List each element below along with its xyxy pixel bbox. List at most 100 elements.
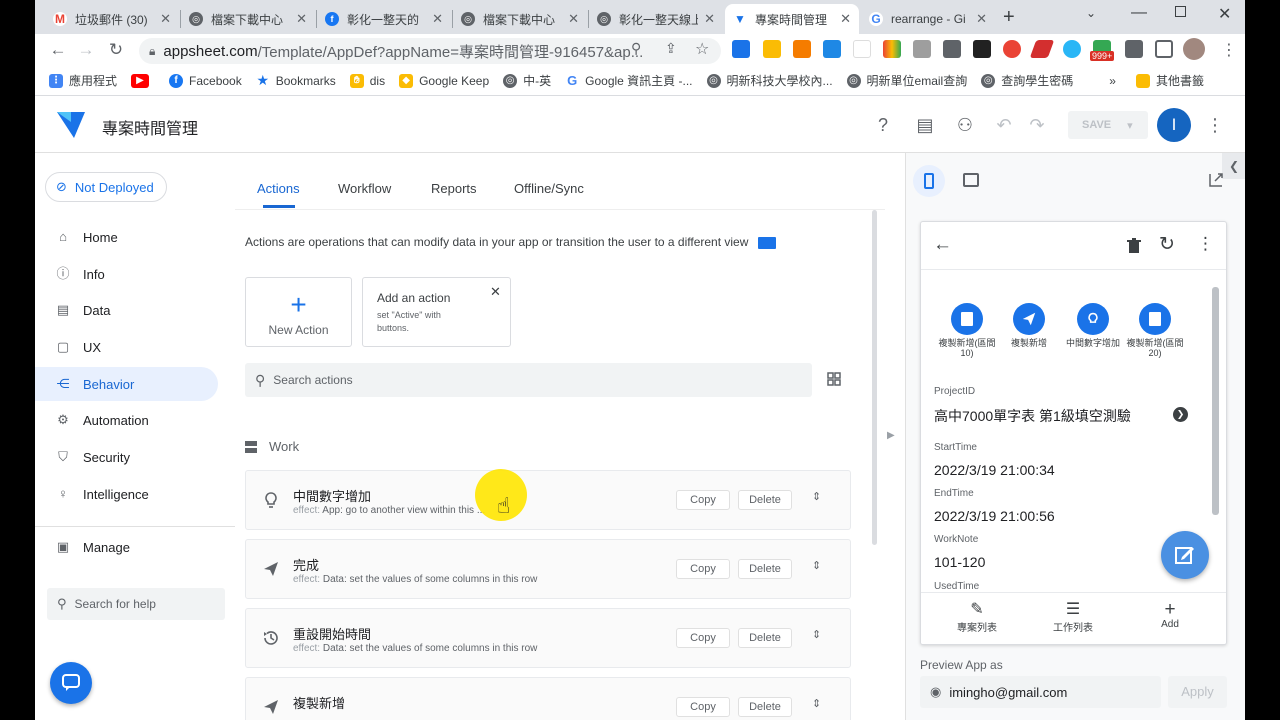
color-extension-icon[interactable] [883, 40, 901, 58]
copy-button[interactable]: Copy [676, 559, 730, 579]
delete-button[interactable]: Delete [738, 697, 792, 717]
more-vert-icon[interactable]: ⋮ [1203, 113, 1227, 137]
bookmark-zh-en[interactable]: ◎ 中-英 [503, 72, 551, 89]
restore-icon[interactable] [1175, 6, 1186, 17]
translate-extension-icon[interactable] [732, 40, 750, 58]
bookmark-student-password[interactable]: ◎ 查詢學生密碼 [981, 72, 1073, 89]
tab-search-icon[interactable]: ⌄ [1086, 6, 1096, 20]
tab-download-center[interactable]: ◎ 檔案下載中心 ✕ [181, 4, 315, 34]
new-action-button[interactable]: + New Action [245, 277, 352, 347]
extension-icon[interactable] [853, 40, 871, 58]
tab-workflow[interactable]: Workflow [338, 181, 391, 196]
sidebar-item-info[interactable]: ⓘ Info [35, 257, 218, 291]
trash-icon[interactable] [1127, 238, 1141, 254]
tab-offline-sync[interactable]: Offline/Sync [514, 181, 584, 196]
sidebar-item-intelligence[interactable]: ♀ Intelligence [35, 477, 218, 511]
share-user-icon[interactable]: ⚇ [953, 113, 977, 137]
copy-button[interactable]: Copy [676, 697, 730, 717]
star-icon[interactable]: ☆ [695, 39, 709, 59]
preview-action-button[interactable]: 複製新增(區間20) [1125, 303, 1185, 358]
action-row[interactable]: 複製新增 Copy Delete ⇕ [245, 677, 851, 720]
tab-facebook[interactable]: f 彰化一整天的 ✕ [317, 4, 451, 34]
tablet-icon[interactable] [963, 173, 979, 187]
sidebar-item-security[interactable]: ⛉ Security [35, 440, 218, 474]
open-external-icon[interactable] [1209, 173, 1223, 187]
bookmark-keep[interactable]: ◆ Google Keep [399, 73, 489, 88]
nav-add[interactable]: + Add [1130, 600, 1210, 630]
bookmark-bookmarks[interactable]: ★ Bookmarks [256, 72, 335, 88]
redo-icon[interactable]: ↷ [1025, 113, 1049, 137]
screenshot-extension-icon[interactable] [973, 40, 991, 58]
sidebar-item-automation[interactable]: ⚙ Automation [35, 403, 218, 437]
delete-button[interactable]: Delete [738, 628, 792, 648]
deploy-status-chip[interactable]: ⊘ Not Deployed [45, 172, 167, 202]
sidepanel-icon[interactable] [1155, 40, 1173, 58]
bookmark-youtube[interactable]: ▶ [131, 73, 155, 88]
phone-mode-button[interactable] [913, 165, 945, 197]
expand-icon[interactable]: ⇕ [812, 490, 821, 503]
copy-button[interactable]: Copy [676, 490, 730, 510]
action-row[interactable]: 中間數字增加 effect: App: go to another view w… [245, 470, 851, 530]
window-close-icon[interactable]: ✕ [1218, 4, 1231, 24]
reload-icon[interactable]: ↻ [101, 40, 131, 60]
expand-icon[interactable]: ⇕ [812, 628, 821, 641]
bookmark-apps[interactable]: ⋮ 應用程式 [49, 72, 117, 89]
extension-icon[interactable] [823, 40, 841, 58]
chart-extension-icon[interactable] [793, 40, 811, 58]
copy-button[interactable]: Copy [676, 628, 730, 648]
tab-actions[interactable]: Actions [257, 181, 300, 196]
chevron-right-icon[interactable]: ▶ [887, 430, 895, 441]
action-row[interactable]: 完成 effect: Data: set the values of some … [245, 539, 851, 599]
zoom-icon[interactable]: ⚲ [631, 40, 641, 57]
docs-icon[interactable]: ▤ [913, 113, 937, 137]
scrollbar[interactable] [872, 210, 877, 545]
chevron-right-icon[interactable]: ❯ [1173, 407, 1188, 422]
extension-icon[interactable] [913, 40, 931, 58]
search-actions-input[interactable]: ⚲ Search actions [245, 363, 812, 397]
preview-scrollbar[interactable] [1212, 287, 1219, 515]
share-icon[interactable]: ⇪ [665, 40, 677, 57]
user-avatar[interactable]: I [1157, 108, 1191, 142]
help-search-input[interactable]: ⚲ Search for help [47, 588, 225, 620]
book-icon[interactable] [757, 236, 776, 249]
delete-button[interactable]: Delete [738, 490, 792, 510]
bookmark-mingxin[interactable]: ◎ 明新科技大學校內... [706, 72, 833, 89]
refresh-icon[interactable]: ↻ [1159, 233, 1175, 256]
preview-email-input[interactable]: ◉ imingho@gmail.com [920, 676, 1161, 708]
expand-icon[interactable]: ⇕ [812, 697, 821, 710]
close-icon[interactable]: ✕ [704, 11, 715, 27]
bookmarks-more[interactable]: » [1109, 74, 1116, 88]
puzzle-icon[interactable] [1125, 40, 1143, 58]
telegram-extension-icon[interactable] [1063, 40, 1081, 58]
preview-action-button[interactable]: 中間數字增加 [1063, 303, 1123, 348]
sidebar-item-manage[interactable]: ▣ Manage [35, 530, 218, 564]
bookmark-email-lookup[interactable]: ◎ 明新單位email查詢 [846, 72, 967, 89]
nav-project-list[interactable]: ✎ 專案列表 [937, 601, 1017, 634]
tab-changhua[interactable]: ◎ 彰化一整天線上 ✕ [589, 4, 723, 34]
help-icon[interactable]: ? [871, 113, 895, 137]
sidebar-item-data[interactable]: ▤ Data [35, 293, 218, 327]
preview-action-button[interactable]: 複製新增 [999, 303, 1059, 348]
extension-icon[interactable] [943, 40, 961, 58]
preview-action-button[interactable]: 複製新增(區間10) [937, 303, 997, 358]
extension-icon[interactable] [1003, 40, 1021, 58]
close-icon[interactable]: ✕ [160, 11, 171, 27]
bookmark-facebook[interactable]: f Facebook [169, 73, 242, 88]
grid-view-icon[interactable] [827, 372, 841, 386]
edit-fab-button[interactable] [1161, 531, 1209, 579]
close-icon[interactable]: ✕ [432, 11, 443, 27]
back-icon[interactable]: ← [43, 40, 73, 60]
preview-field-projectid[interactable]: ProjectID 高中7000單字表 第1級填空測驗 ❯ [934, 386, 1204, 426]
browser-menu-icon[interactable]: ⋮ [1221, 40, 1237, 60]
apply-button[interactable]: Apply [1168, 676, 1227, 708]
tab-reports[interactable]: Reports [431, 181, 477, 196]
close-icon[interactable]: ✕ [840, 11, 851, 27]
nav-work-list[interactable]: ☰ 工作列表 [1033, 601, 1113, 634]
more-vert-icon[interactable]: ⋮ [1197, 234, 1214, 254]
close-icon[interactable]: ✕ [568, 11, 579, 27]
close-icon[interactable]: ✕ [976, 11, 987, 27]
extension-icon[interactable] [763, 40, 781, 58]
forward-icon[interactable]: → [71, 40, 101, 60]
bookmark-google-dashboard[interactable]: G Google 資訊主頁 -... [565, 72, 692, 89]
close-icon[interactable]: ✕ [490, 284, 501, 300]
